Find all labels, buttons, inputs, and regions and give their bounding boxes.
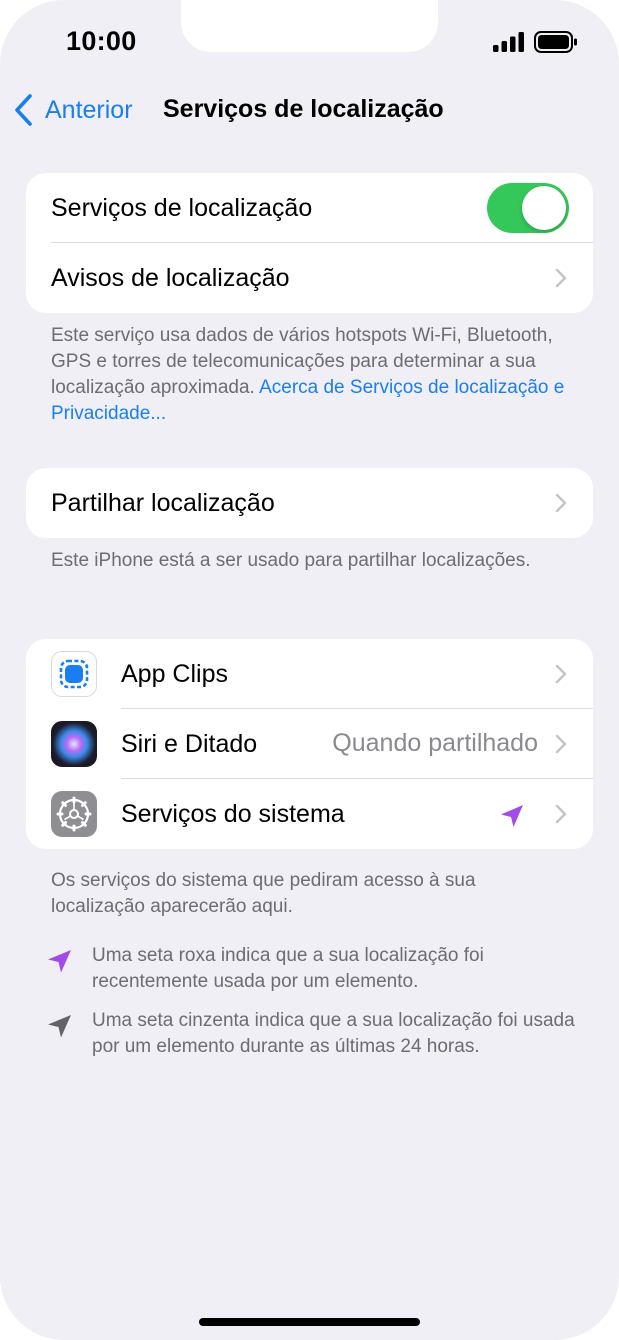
purple-arrow-icon (48, 950, 71, 973)
location-services-description: Este serviço usa dados de vários hotspot… (51, 323, 571, 427)
gray-arrow-icon (48, 1015, 71, 1038)
location-alerts-row[interactable]: Avisos de localização (26, 243, 593, 313)
location-settings-group: Serviços de localização Avisos de locali… (26, 173, 593, 313)
chevron-right-icon (555, 664, 567, 684)
share-location-description: Este iPhone está a ser usado para partil… (51, 550, 531, 571)
chevron-right-icon (555, 268, 567, 288)
app-clips-icon (51, 651, 97, 697)
home-indicator[interactable] (199, 1318, 420, 1326)
back-button[interactable]: Anterior (12, 92, 133, 128)
share-location-row[interactable]: Partilhar localização (26, 468, 593, 538)
purple-location-arrow-icon (501, 805, 523, 827)
back-button-label: Anterior (45, 95, 133, 124)
notch (181, 0, 438, 52)
purple-arrow-legend-text: Uma seta roxa indica que a sua localizaç… (92, 945, 484, 992)
phone-screen: 10:00 Anterior Serviços de localização S… (0, 0, 619, 1340)
app-clips-label: App Clips (121, 659, 228, 688)
share-location-label: Partilhar localização (51, 488, 275, 517)
siri-value: Quando partilhado (332, 729, 538, 757)
system-services-label: Serviços do sistema (121, 799, 345, 828)
chevron-right-icon (555, 804, 567, 824)
location-alerts-label: Avisos de localização (51, 263, 290, 292)
siri-icon (51, 721, 97, 767)
app-clips-row[interactable]: App Clips (26, 639, 593, 709)
page-title: Serviços de localização (163, 95, 444, 123)
chevron-left-icon (15, 94, 32, 126)
toggle-knob (522, 186, 566, 230)
chevron-right-icon (555, 493, 567, 513)
gray-arrow-legend-text: Uma seta cinzenta indica que a sua local… (92, 1010, 575, 1057)
cellular-signal-icon (493, 32, 524, 52)
location-services-label: Serviços de localização (51, 193, 313, 222)
location-services-toggle[interactable] (487, 183, 569, 233)
battery-icon (534, 31, 577, 53)
siri-row[interactable]: Siri e Ditado Quando partilhado (26, 709, 593, 779)
location-services-row: Serviços de localização (26, 173, 593, 243)
chevron-right-icon (555, 734, 567, 754)
system-services-gear-icon (51, 791, 97, 837)
status-time: 10:00 (66, 26, 137, 56)
share-location-group: Partilhar localização (26, 468, 593, 538)
system-services-description: Os serviços do sistema que pediram acess… (51, 870, 476, 917)
apps-group: App Clips Siri e Ditado Quando partilhad… (26, 639, 593, 849)
siri-label: Siri e Ditado (121, 729, 258, 758)
system-services-row[interactable]: Serviços do sistema (26, 779, 593, 849)
